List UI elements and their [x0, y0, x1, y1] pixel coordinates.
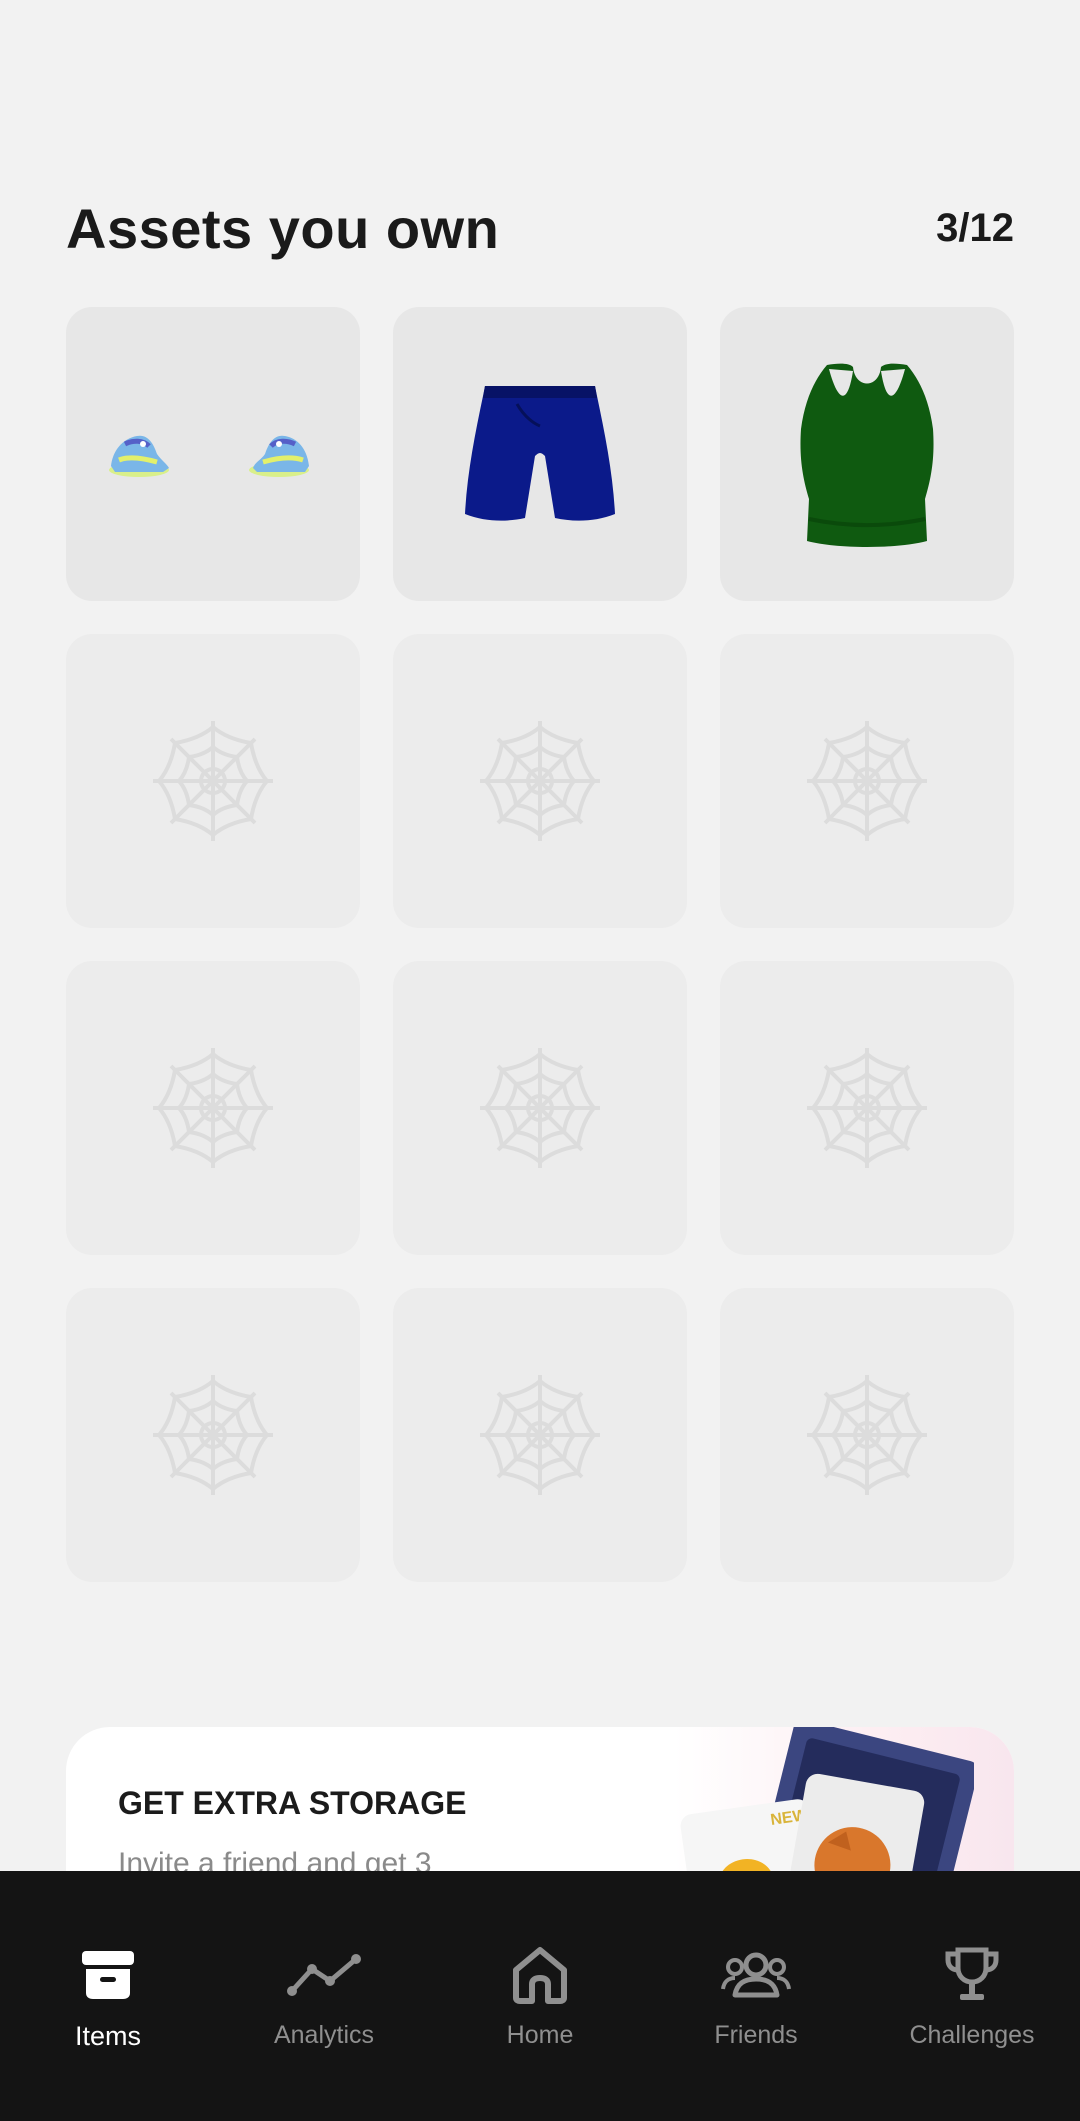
asset-tile-shorts[interactable]	[393, 307, 687, 601]
asset-tile-empty	[720, 1288, 1014, 1582]
asset-tile-empty	[66, 634, 360, 928]
friends-icon	[721, 1943, 791, 2007]
asset-tile-empty	[393, 634, 687, 928]
asset-tile-empty	[720, 634, 1014, 928]
asset-tile-sneakers[interactable]	[66, 307, 360, 601]
nav-label: Items	[74, 2021, 141, 2051]
nav-item-challenges[interactable]: Challenges	[867, 1871, 1077, 2121]
section-header: Assets you own 3/12	[66, 196, 1014, 261]
home-icon	[512, 1943, 568, 2007]
asset-tile-empty	[66, 1288, 360, 1582]
asset-tile-empty	[720, 961, 1014, 1255]
asset-tile-empty	[393, 1288, 687, 1582]
bottom-navigation: Items Analytics Home Friends Challenges	[0, 1871, 1080, 2121]
nav-item-friends[interactable]: Friends	[651, 1871, 861, 2121]
sneakers-icon	[109, 435, 309, 477]
spiderweb-icon	[153, 1375, 273, 1495]
nav-item-home[interactable]: Home	[435, 1871, 645, 2121]
tank-top-icon	[800, 363, 934, 547]
spiderweb-icon	[807, 1375, 927, 1495]
spiderweb-icon	[480, 1375, 600, 1495]
asset-grid	[66, 307, 1014, 1582]
line-chart-icon	[286, 1943, 362, 2007]
page-title: Assets you own	[66, 197, 500, 260]
spiderweb-icon	[480, 1048, 600, 1168]
spiderweb-icon	[480, 721, 600, 841]
spiderweb-icon	[807, 1048, 927, 1168]
archive-box-icon	[80, 1943, 136, 2007]
asset-tile-empty	[66, 961, 360, 1255]
trophy-icon	[944, 1943, 1000, 2007]
banner-title: GET EXTRA STORAGE	[118, 1785, 467, 1821]
nav-label: Analytics	[273, 2021, 375, 2049]
spiderweb-icon	[153, 721, 273, 841]
spiderweb-icon	[153, 1048, 273, 1168]
nav-label: Challenges	[909, 2021, 1035, 2049]
nav-item-analytics[interactable]: Analytics	[219, 1871, 429, 2121]
nav-label: Home	[506, 2021, 574, 2049]
shorts-icon	[465, 386, 615, 521]
spiderweb-icon	[807, 721, 927, 841]
asset-tile-empty	[393, 961, 687, 1255]
asset-count: 3/12	[936, 206, 1014, 250]
nav-item-items[interactable]: Items	[3, 1871, 213, 2121]
asset-tile-tank-top[interactable]	[720, 307, 1014, 601]
nav-label: Friends	[714, 2021, 798, 2049]
